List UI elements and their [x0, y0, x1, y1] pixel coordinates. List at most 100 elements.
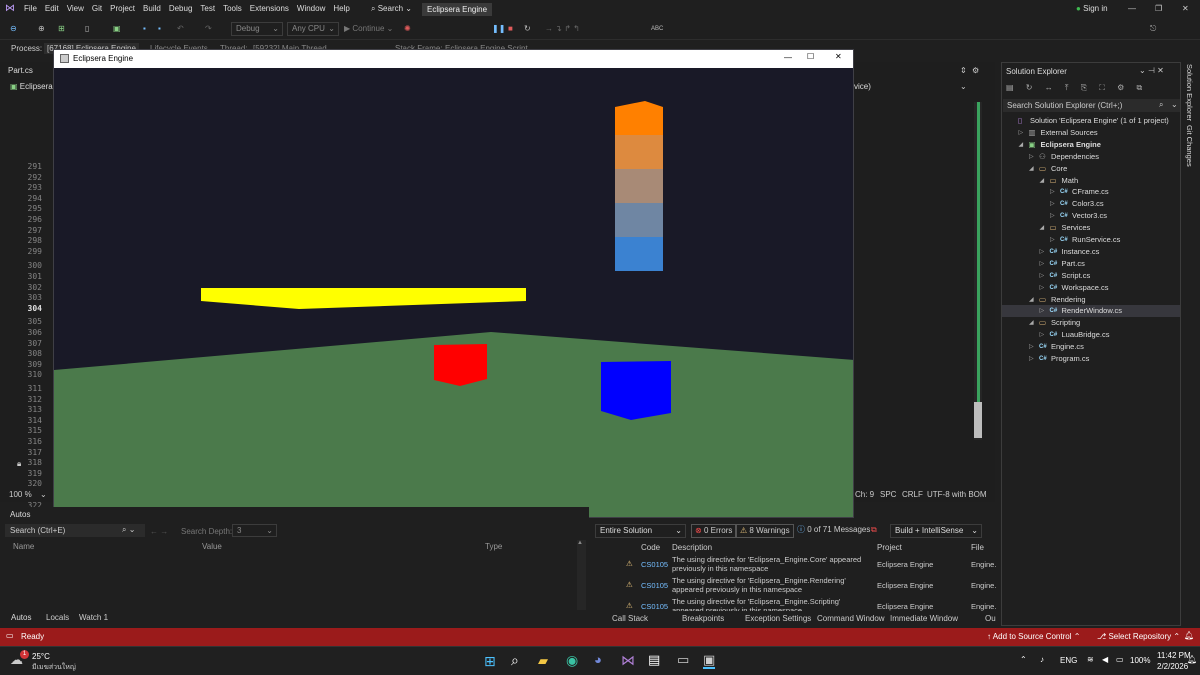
expand-right-icon[interactable]: ▷ [1040, 305, 1045, 317]
side-tab-git-changes[interactable]: Git Changes [1185, 125, 1194, 167]
side-tab-solution-explorer[interactable]: Solution Explorer [1185, 64, 1194, 121]
maximize-button[interactable]: ❐ [1155, 0, 1162, 18]
project-dropdown[interactable]: ▣ Eclipsera [10, 82, 53, 91]
search-menu[interactable]: ⌕ Search ⌄ [367, 0, 416, 18]
error-row[interactable]: ⚠ CS0105 The using directive for 'Eclipser… [593, 575, 998, 596]
expand-right-icon[interactable]: ▷ [1050, 210, 1055, 222]
tree-item[interactable]: ◢ ▭ Core [1002, 163, 1180, 175]
step-over-icon[interactable]: → ↴ ↱ ↰ [545, 22, 580, 36]
live-share-icon[interactable]: ⎋ [1150, 22, 1156, 36]
redo-icon[interactable]: ↷ [205, 22, 212, 36]
3d-scene-viewport[interactable] [54, 68, 854, 518]
wifi-icon[interactable]: ≋ [1087, 655, 1094, 664]
hot-reload-icon[interactable]: ✺ [404, 22, 411, 36]
render-maximize-button[interactable]: ☐ [807, 52, 814, 61]
tree-item[interactable]: ◢ ▭ Services [1002, 222, 1180, 234]
save-icon[interactable]: ▪ [143, 22, 146, 36]
expand-right-icon[interactable]: ▷ [1050, 234, 1055, 246]
tab-watch-1[interactable]: Watch 1 [79, 613, 108, 622]
error-code-link[interactable]: CS0105 [641, 560, 668, 569]
expand-right-icon[interactable]: ▷ [1040, 270, 1045, 282]
expand-right-icon[interactable]: ▷ [1029, 353, 1034, 365]
volume-icon[interactable]: ◀ [1102, 655, 1108, 664]
expand-right-icon[interactable]: ▷ [1040, 329, 1045, 341]
expand-right-icon[interactable]: ▷ [1050, 198, 1055, 210]
solution-search-input[interactable]: Search Solution Explorer (Ctrl+;) ⌕ ⌄ [1003, 99, 1180, 112]
notification-center-icon[interactable]: 🔔︎ [1187, 655, 1197, 664]
undo-icon[interactable]: ↶ [177, 22, 184, 36]
menu-file[interactable]: File [20, 0, 41, 18]
tree-item[interactable]: ▷ C# Vector3.cs [1002, 210, 1180, 222]
error-code-link[interactable]: CS0105 [641, 581, 668, 590]
autos-search-input[interactable]: Search (Ctrl+E) ⌕ ⌄ [5, 524, 145, 537]
tab-exception-settings[interactable]: Exception Settings [745, 614, 811, 623]
expand-down-icon[interactable]: ◢ [1029, 317, 1034, 329]
column-file[interactable]: File [971, 543, 984, 552]
discord-icon[interactable]: ◕ [594, 653, 602, 667]
scope-dropdown[interactable]: Entire Solution ⌄ [595, 524, 686, 538]
expand-down-icon[interactable]: ◢ [1029, 163, 1034, 175]
tab-command-window[interactable]: Command Window [817, 614, 885, 623]
file-explorer-icon[interactable]: ▰ [538, 654, 548, 668]
save-all-icon[interactable]: ▪ [158, 22, 161, 36]
sign-in-button[interactable]: ● Sign in [1076, 0, 1108, 18]
tree-item[interactable]: ▷ C# Script.cs [1002, 270, 1180, 282]
scrollbar-thumb[interactable] [974, 402, 982, 438]
render-minimize-button[interactable]: — [784, 53, 792, 62]
new-file-icon[interactable]: ▯ [85, 22, 89, 36]
clock-time[interactable]: 11:42 PM [1157, 651, 1191, 660]
open-icon[interactable]: ▣ [113, 22, 121, 36]
column-name[interactable]: Name [13, 542, 34, 551]
messages-filter-button[interactable]: ⓘ 0 of 71 Messages [794, 524, 873, 538]
expand-right-icon[interactable]: ▷ [1040, 246, 1045, 258]
expand-down-icon[interactable]: ◢ [1040, 222, 1045, 234]
tree-item[interactable]: ▷ C# Workspace.cs [1002, 282, 1180, 294]
battery-icon[interactable]: ▭ [1116, 655, 1124, 664]
platform-dropdown[interactable]: Any CPU ⌄ [287, 22, 339, 36]
render-window[interactable]: Eclipsera Engine — ☐ ✕ [53, 49, 854, 518]
language-indicator[interactable]: ENG [1060, 656, 1077, 665]
tab-call-stack[interactable]: Call Stack [612, 614, 648, 623]
tab-part-cs[interactable]: Part.cs [8, 66, 33, 75]
line-ending-indicator[interactable]: CRLF [902, 490, 923, 499]
tree-item[interactable]: ▷ C# Engine.cs [1002, 341, 1180, 353]
render-window-titlebar[interactable]: Eclipsera Engine — ☐ ✕ [54, 50, 853, 68]
settings-icon[interactable]: ⚙ [972, 66, 979, 75]
edge-icon[interactable]: ◉ [566, 653, 578, 667]
expand-down-icon[interactable]: ◢ [1040, 175, 1045, 187]
tree-item[interactable]: ◢ ▭ Scripting [1002, 317, 1180, 329]
vertical-scrollbar[interactable] [974, 102, 982, 440]
tree-item[interactable]: ◢ ▭ Math [1002, 175, 1180, 187]
tree-item[interactable]: ▷ C# Color3.cs [1002, 198, 1180, 210]
tree-item[interactable]: ◢ ▣ Eclipsera Engine [1002, 139, 1180, 151]
tab-autos[interactable]: Autos [11, 613, 31, 622]
start-button-icon[interactable]: ⊞ [484, 654, 496, 668]
tree-item[interactable]: ▷ ⚇ Dependencies [1002, 151, 1180, 163]
eclipsera-app-icon[interactable]: ▣ [703, 653, 716, 669]
menu-help[interactable]: Help [329, 0, 353, 18]
menu-git[interactable]: Git [88, 0, 106, 18]
menu-extensions[interactable]: Extensions [246, 0, 293, 18]
render-close-button[interactable]: ✕ [835, 52, 842, 61]
visual-studio-icon[interactable]: ⋈ [621, 653, 635, 667]
restart-icon[interactable]: ↻ [524, 22, 531, 36]
indent-indicator[interactable]: SPC [880, 490, 896, 499]
errors-filter-button[interactable]: ⊗ 0 Errors [691, 524, 737, 538]
column-code[interactable]: Code [641, 543, 660, 552]
column-description[interactable]: Description [672, 543, 712, 552]
tab-immediate-window[interactable]: Immediate Window [890, 614, 958, 623]
spellcheck-icon[interactable]: ABC [651, 22, 663, 36]
menu-tools[interactable]: Tools [219, 0, 246, 18]
menu-test[interactable]: Test [196, 0, 219, 18]
notifications-icon[interactable]: 🔔︎ [1184, 631, 1194, 640]
error-row[interactable]: ⚠ CS0105 The using directive for 'Eclipser… [593, 596, 998, 611]
tree-item[interactable]: ◢ ▭ Rendering [1002, 294, 1180, 306]
app-icon-note[interactable]: ▤ [648, 653, 660, 667]
filter-icon[interactable]: ⧉ [871, 525, 877, 535]
search-options-icon[interactable]: ⌄ [1171, 100, 1178, 109]
error-row[interactable]: ⚠ CS0105 The using directive for 'Eclipser… [593, 554, 998, 575]
tree-item[interactable]: ▷ C# RunService.cs [1002, 234, 1180, 246]
add-source-control-button[interactable]: ↑ Add to Source Control ⌃ [987, 632, 1080, 641]
taskbar-search-icon[interactable]: ⌕ [511, 653, 519, 667]
autos-scrollbar[interactable]: ▲ [577, 540, 586, 610]
